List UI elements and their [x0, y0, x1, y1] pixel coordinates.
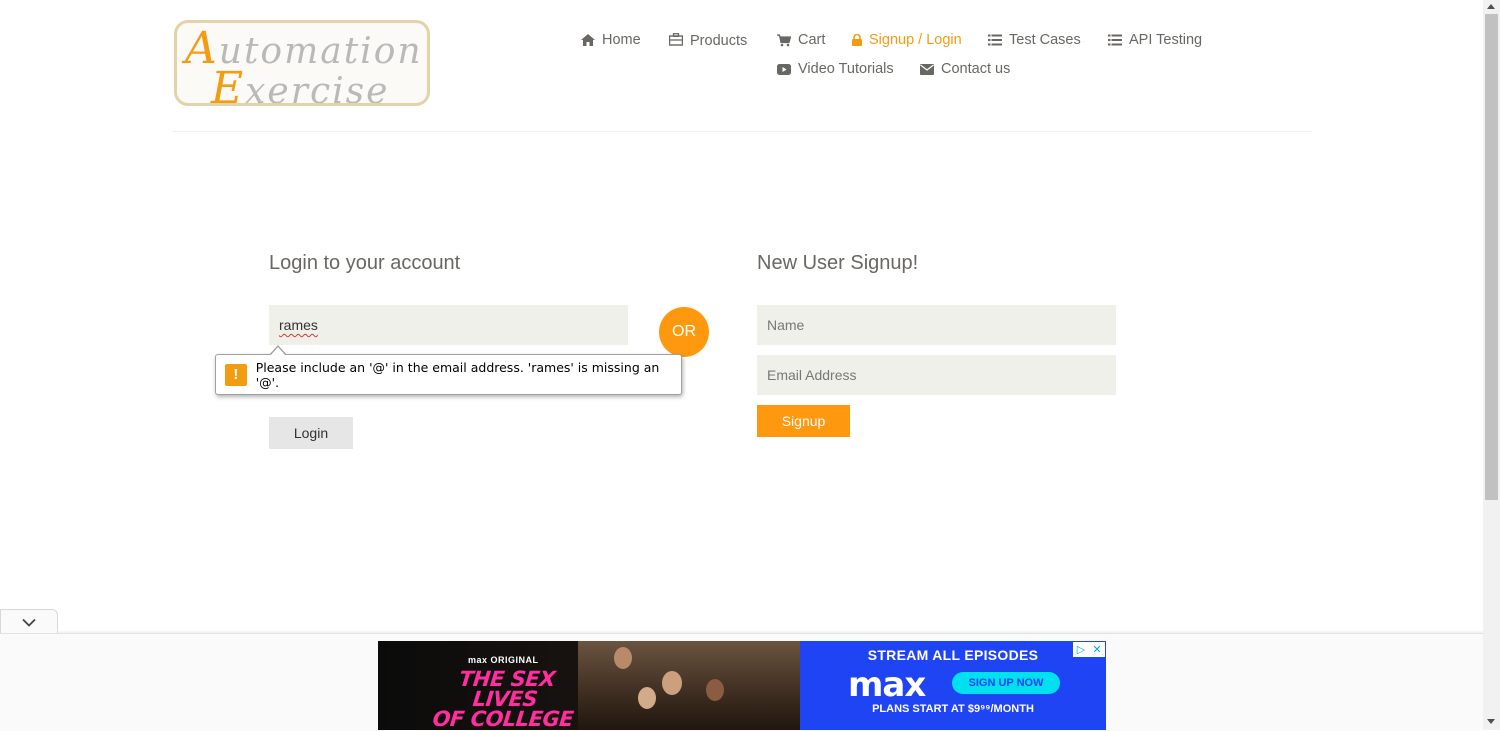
ad-choices[interactable]: ▷ ✕ [1073, 642, 1105, 657]
nav-api-testing-label: API Testing [1129, 32, 1203, 48]
ad-choices-icon[interactable]: ▷ [1073, 642, 1089, 657]
ad-photo [578, 641, 808, 730]
login-title: Login to your account [269, 252, 461, 274]
scrollbar-thumb[interactable] [1485, 14, 1498, 500]
ad-show-title-line2: OF COLLEGE GIRLS [431, 707, 575, 730]
logo-line-exercise: Exercise [211, 63, 390, 106]
ad-collapse-toggle[interactable] [0, 609, 58, 635]
validation-message: Please include an '@' in the email addre… [255, 359, 660, 390]
envelope-icon [920, 63, 934, 75]
briefcase-icon [669, 32, 683, 46]
chevron-down-icon [22, 618, 36, 627]
signup-button[interactable]: Signup [757, 405, 850, 437]
list-icon [1108, 34, 1122, 46]
nav-signup-login-label: Signup / Login [869, 32, 962, 48]
header-divider [172, 131, 1312, 132]
ad-stream-text: STREAM ALL EPISODES [867, 647, 1039, 663]
youtube-play-icon [777, 63, 791, 75]
or-divider-badge: OR [659, 307, 709, 357]
cart-icon [777, 33, 791, 46]
nav-test-cases[interactable]: Test Cases [988, 32, 1081, 48]
ad-photo-face [662, 671, 682, 695]
nav-products[interactable]: Products [669, 31, 748, 49]
ad-close-icon[interactable]: ✕ [1089, 642, 1105, 657]
nav-products-label: Products [690, 33, 748, 49]
validation-tooltip: ! Please include an '@' in the email add… [215, 354, 682, 395]
login-email-input[interactable]: rames [269, 305, 628, 345]
ad-brand-logo: max [848, 665, 926, 705]
signup-email-placeholder: Email Address [767, 367, 857, 383]
nav-contact-us-label: Contact us [941, 61, 1011, 77]
ad-photo-face [706, 679, 724, 701]
warning-icon: ! [225, 363, 247, 386]
lock-icon [852, 34, 862, 46]
ad-small-brand: max ORIGINAL [468, 655, 539, 665]
login-email-value: rames [279, 317, 318, 333]
nav-contact-us[interactable]: Contact us [920, 61, 1010, 77]
ad-plans-text: PLANS START AT $9⁹⁹/MONTH [872, 703, 1034, 715]
signup-title: New User Signup! [757, 252, 919, 274]
nav-cart[interactable]: Cart [777, 32, 825, 48]
signup-name-input[interactable]: Name [757, 305, 1116, 345]
validation-tooltip-arrow-fill [270, 347, 286, 356]
ad-show-title: THE SEX LIVES OF COLLEGE GIRLS [420, 667, 588, 730]
nav-test-cases-label: Test Cases [1009, 32, 1081, 48]
ad-photo-face [638, 687, 656, 709]
nav-video-tutorials-label: Video Tutorials [798, 61, 894, 77]
signup-name-placeholder: Name [767, 317, 805, 333]
scroll-down-arrow-icon[interactable] [1487, 719, 1495, 724]
home-icon [581, 34, 595, 46]
signup-email-input[interactable]: Email Address [757, 355, 1116, 395]
ad-photo-face [614, 647, 632, 669]
nav-home[interactable]: Home [581, 32, 641, 48]
ad-banner[interactable]: max ORIGINAL THE SEX LIVES OF COLLEGE GI… [378, 641, 1106, 730]
ad-right-panel: STREAM ALL EPISODES max SIGN UP NOW PLAN… [800, 641, 1106, 730]
ad-signup-cta-button[interactable]: SIGN UP NOW [952, 672, 1060, 694]
nav-home-label: Home [602, 32, 641, 48]
nav-signup-login[interactable]: Signup / Login [852, 32, 962, 48]
site-logo[interactable]: Automation Exercise [174, 20, 430, 106]
nav-video-tutorials[interactable]: Video Tutorials [777, 61, 894, 77]
nav-cart-label: Cart [798, 32, 826, 48]
scroll-up-arrow-icon[interactable] [1487, 4, 1495, 9]
login-button[interactable]: Login [269, 417, 353, 449]
nav-api-testing[interactable]: API Testing [1108, 32, 1202, 48]
list-icon [988, 34, 1002, 46]
ad-show-title-line1: THE SEX LIVES [458, 667, 557, 711]
page: Automation Exercise Home Products Cart S… [0, 0, 1483, 731]
